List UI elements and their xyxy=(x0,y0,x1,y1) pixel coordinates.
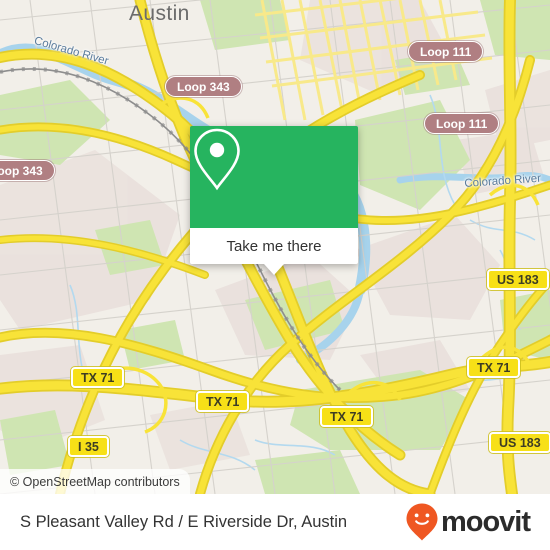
road-shield-tx-71[interactable]: TX 71 xyxy=(71,367,125,388)
map-canvas[interactable]: Austin Colorado River Colorado River Loo… xyxy=(0,0,550,494)
place-name-label: S Pleasant Valley Rd / E Riverside Dr, A… xyxy=(20,512,348,531)
moovit-pin-smile-icon xyxy=(406,503,438,541)
road-shield-us-183[interactable]: US 183 xyxy=(489,432,550,453)
location-callout[interactable]: Take me there xyxy=(190,126,358,275)
callout-pin-panel xyxy=(190,126,358,228)
bottom-bar: S Pleasant Valley Rd / E Riverside Dr, A… xyxy=(0,494,550,550)
callout-tail xyxy=(264,264,284,275)
road-shield-loop-111[interactable]: Loop 111 xyxy=(424,113,500,134)
moovit-wordmark: moovit xyxy=(440,505,531,538)
road-shield-tx-71[interactable]: TX 71 xyxy=(467,357,521,378)
map-attribution[interactable]: © OpenStreetMap contributors xyxy=(0,469,190,494)
road-shield-us-183[interactable]: US 183 xyxy=(487,269,549,290)
moovit-map-page: Austin Colorado River Colorado River Loo… xyxy=(0,0,550,550)
map-pin-icon xyxy=(194,128,240,191)
road-shield-tx-71[interactable]: TX 71 xyxy=(196,391,250,412)
moovit-brand[interactable]: moovit xyxy=(405,502,531,542)
road-shield-loop-343[interactable]: Loop 343 xyxy=(165,76,242,97)
take-me-there-button[interactable]: Take me there xyxy=(190,228,358,264)
road-shield-loop-111[interactable]: Loop 111 xyxy=(408,41,484,62)
road-shield-tx-71[interactable]: TX 71 xyxy=(320,406,374,427)
road-shield-loop-343[interactable]: Loop 343 xyxy=(0,160,55,181)
road-shield-i-35[interactable]: I 35 xyxy=(68,436,109,457)
